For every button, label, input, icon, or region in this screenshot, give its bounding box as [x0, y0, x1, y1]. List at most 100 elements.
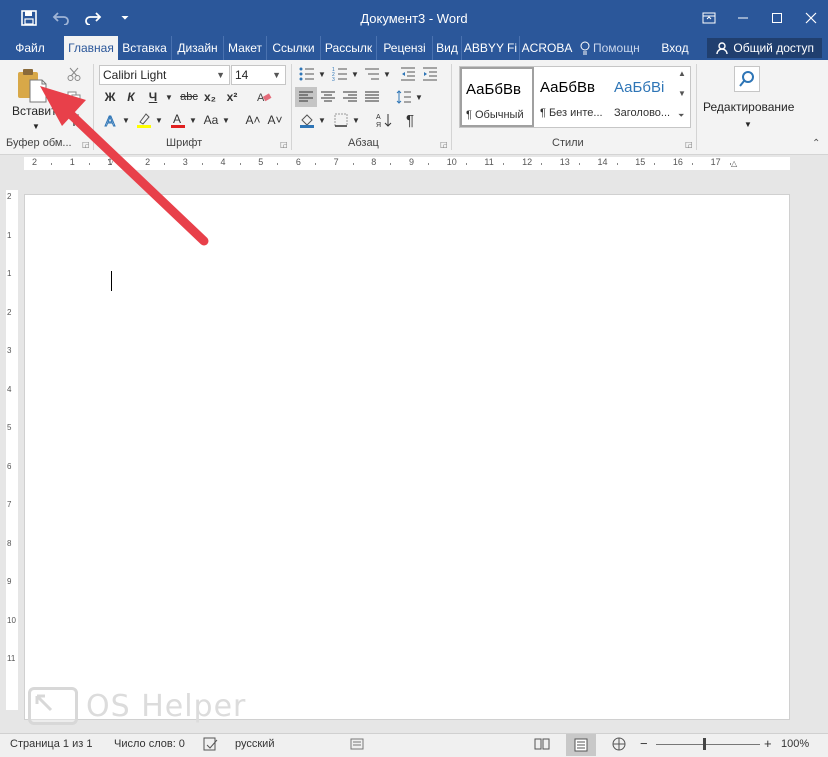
italic-button[interactable]: К	[123, 87, 139, 107]
style-no-spacing[interactable]: АаБбВв ¶ Без инте...	[536, 67, 612, 127]
borders-icon[interactable]	[331, 110, 351, 130]
line-spacing-icon[interactable]	[394, 87, 414, 107]
format-painter-icon[interactable]	[64, 110, 84, 130]
tab-view[interactable]: Вид	[433, 36, 462, 60]
increase-indent-icon[interactable]	[420, 64, 440, 84]
vruler-tick-label: 6	[7, 461, 12, 471]
styles-launcher-icon[interactable]: ◲	[685, 140, 693, 149]
font-size-combo[interactable]: 14 ▼	[231, 65, 286, 85]
tab-acrobat[interactable]: ACROBA	[520, 36, 574, 60]
align-left-icon[interactable]	[295, 87, 317, 107]
change-case-dropdown-icon[interactable]: ▼	[221, 110, 231, 130]
multilevel-list-dropdown-icon[interactable]: ▼	[382, 64, 392, 84]
share-button[interactable]: Общий доступ	[707, 38, 822, 58]
strikethrough-button[interactable]: abc	[178, 87, 200, 107]
tab-home[interactable]: Главная	[64, 36, 118, 60]
zoom-level[interactable]: 100%	[781, 738, 809, 750]
person-icon	[716, 42, 729, 55]
justify-icon[interactable]	[362, 87, 382, 107]
tab-insert[interactable]: Вставка	[118, 36, 172, 60]
zoom-slider-thumb[interactable]	[703, 738, 706, 750]
close-icon[interactable]	[794, 0, 828, 36]
ruler-tick-label: 1	[107, 157, 113, 167]
align-right-icon[interactable]	[340, 87, 360, 107]
minimize-icon[interactable]	[726, 0, 760, 36]
tab-file[interactable]: Файл	[8, 36, 52, 60]
multilevel-list-icon[interactable]	[362, 64, 382, 84]
cut-icon[interactable]	[64, 64, 84, 84]
ribbon-tabs: Файл Главная Вставка Дизайн Макет Ссылки…	[0, 36, 828, 60]
copy-icon[interactable]	[64, 88, 84, 108]
underline-button[interactable]: Ч	[145, 87, 161, 107]
right-indent-icon[interactable]: △	[731, 159, 737, 168]
shading-icon[interactable]	[297, 110, 317, 130]
show-formatting-button[interactable]: ¶	[400, 110, 420, 130]
clipboard-launcher-icon[interactable]: ◲	[82, 140, 90, 149]
zoom-out-button[interactable]: −	[640, 736, 648, 751]
text-effects-dropdown-icon[interactable]: ▼	[121, 110, 131, 130]
collapse-ribbon-icon[interactable]: ⌃	[812, 138, 820, 149]
font-name-combo[interactable]: Calibri Light ▼	[99, 65, 230, 85]
shrink-font-button[interactable]: A˅	[266, 110, 284, 130]
tab-mailings[interactable]: Рассылк	[321, 36, 377, 60]
document-page[interactable]	[24, 194, 790, 720]
highlight-icon[interactable]	[134, 110, 154, 130]
print-layout-icon[interactable]	[566, 734, 596, 756]
page-count[interactable]: Страница 1 из 1	[10, 738, 92, 750]
font-size-dropdown-icon[interactable]: ▼	[272, 66, 281, 84]
tab-design[interactable]: Дизайн	[172, 36, 224, 60]
styles-up-icon[interactable]: ▲	[678, 69, 686, 78]
font-color-icon[interactable]: A	[168, 110, 188, 130]
line-spacing-dropdown-icon[interactable]: ▼	[414, 87, 424, 107]
tab-references[interactable]: Ссылки	[267, 36, 321, 60]
editing-dropdown-icon[interactable]: ▼	[744, 120, 752, 129]
paste-button[interactable]: Вставить ▼	[6, 64, 63, 132]
shading-dropdown-icon[interactable]: ▼	[317, 110, 327, 130]
underline-dropdown-icon[interactable]: ▼	[164, 87, 174, 107]
style-normal[interactable]: АаБбВв ¶ Обычный	[460, 67, 534, 127]
editing-button[interactable]: Редактирование ▼	[700, 64, 796, 132]
sign-in-link[interactable]: Вход	[656, 36, 694, 60]
numbering-dropdown-icon[interactable]: ▼	[350, 64, 360, 84]
bold-button[interactable]: Ж	[101, 87, 119, 107]
zoom-slider[interactable]	[656, 738, 760, 750]
borders-dropdown-icon[interactable]: ▼	[351, 110, 361, 130]
zoom-in-button[interactable]: +	[764, 736, 772, 751]
macro-icon[interactable]	[350, 737, 364, 754]
superscript-button[interactable]: x²	[223, 87, 241, 107]
subscript-button[interactable]: x₂	[201, 87, 219, 107]
search-icon	[734, 66, 760, 92]
proofing-icon[interactable]	[203, 737, 219, 754]
ruler-tick-mark	[428, 163, 429, 165]
decrease-indent-icon[interactable]	[398, 64, 418, 84]
sort-icon[interactable]: AЯ	[374, 110, 394, 130]
bullets-icon[interactable]	[297, 64, 317, 84]
change-case-button[interactable]: Aa	[201, 110, 221, 130]
font-name-dropdown-icon[interactable]: ▼	[216, 66, 225, 84]
align-center-icon[interactable]	[318, 87, 338, 107]
language[interactable]: русский	[235, 738, 274, 750]
ribbon-display-options-icon[interactable]	[692, 0, 726, 36]
styles-more-icon[interactable]: ⏷	[678, 111, 684, 121]
tell-me-box[interactable]: Помощн	[580, 36, 650, 60]
web-layout-icon[interactable]	[612, 737, 626, 754]
numbering-icon[interactable]: 123	[330, 64, 350, 84]
paragraph-launcher-icon[interactable]: ◲	[440, 140, 448, 149]
vertical-scrollbar[interactable]	[808, 172, 828, 720]
maximize-icon[interactable]	[760, 0, 794, 36]
clear-formatting-icon[interactable]: A	[254, 87, 274, 107]
tab-abbyy[interactable]: ABBYY Fi	[462, 36, 520, 60]
read-mode-icon[interactable]	[534, 737, 550, 754]
highlight-dropdown-icon[interactable]: ▼	[154, 110, 164, 130]
tab-review[interactable]: Рецензі	[377, 36, 433, 60]
text-effects-icon[interactable]: A	[101, 110, 121, 130]
font-color-dropdown-icon[interactable]: ▼	[188, 110, 198, 130]
styles-down-icon[interactable]: ▼	[678, 89, 686, 98]
word-count[interactable]: Число слов: 0	[114, 738, 185, 750]
tab-layout[interactable]: Макет	[224, 36, 267, 60]
grow-font-button[interactable]: A˄	[244, 110, 262, 130]
font-launcher-icon[interactable]: ◲	[280, 140, 288, 149]
paste-dropdown-icon[interactable]: ▼	[32, 122, 40, 131]
bullets-dropdown-icon[interactable]: ▼	[317, 64, 327, 84]
ruler-tick-mark	[654, 163, 656, 165]
